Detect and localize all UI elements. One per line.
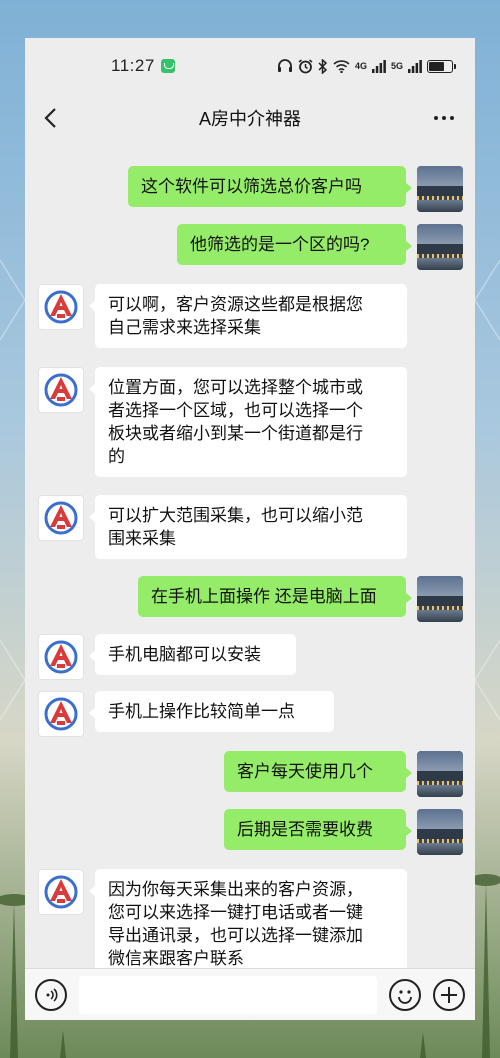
user-avatar[interactable] (417, 576, 463, 622)
message-text-line: 您可以来选择一键打电话或者一键 (108, 903, 363, 922)
message-bubble[interactable]: 这个软件可以筛选总价客户吗 (128, 166, 412, 207)
message-bubble[interactable]: 他筛选的是一个区的吗? (177, 224, 412, 265)
message-text-line: 者选择一个区域，也可以选择一个 (108, 401, 363, 420)
message-bubble[interactable]: 客户每天使用几个 (224, 751, 412, 792)
chat-title: A房中介神器 (198, 109, 301, 129)
signal-icon (371, 59, 386, 73)
app-logo-icon (44, 875, 78, 909)
voice-icon (46, 988, 58, 1002)
input-bar (25, 968, 475, 1020)
message-text-line: 他筛选的是一个区的吗? (190, 235, 370, 254)
status-icons: 4G 5G (277, 58, 456, 74)
message-bubble[interactable]: 可以扩大范围采集，也可以缩小范 围来采集 (89, 495, 407, 559)
contact-avatar[interactable] (38, 634, 84, 680)
plus-icon (441, 987, 457, 1003)
more-icon (434, 116, 454, 120)
app-logo-icon (44, 373, 78, 407)
user-avatar[interactable] (417, 751, 463, 797)
message-text-line: 这个软件可以筛选总价客户吗 (141, 177, 362, 196)
headphone-icon (277, 59, 292, 72)
contact-avatar[interactable] (38, 691, 84, 737)
contact-avatar[interactable] (38, 284, 84, 330)
contact-avatar[interactable] (38, 367, 84, 413)
message-input[interactable] (79, 976, 377, 1014)
message-text-line: 导出通讯录，也可以选择一键添加 (108, 926, 363, 945)
chevron-left-icon (44, 108, 56, 128)
app-logo-icon (44, 501, 78, 535)
plus-button[interactable] (433, 979, 465, 1011)
network-type-2: 5G (390, 61, 403, 71)
message-text-line: 后期是否需要收费 (237, 820, 373, 839)
message-text-line: 围来采集 (108, 529, 176, 548)
message-text-line: 自己需求来选择采集 (108, 318, 261, 337)
app-logo-icon (44, 697, 78, 731)
emoji-button[interactable] (389, 979, 421, 1011)
message-bubble[interactable]: 手机电脑都可以安装 (89, 634, 296, 675)
back-button[interactable] (37, 104, 65, 132)
message-bubble[interactable]: 手机上操作比较简单一点 (89, 691, 334, 732)
message-bubble[interactable]: 因为你每天采集出来的客户资源， 您可以来选择一键打电话或者一键 导出通讯录，也可以选… (89, 869, 407, 968)
emoji-icon (398, 990, 412, 1004)
status-time: 11:27 (111, 56, 155, 75)
message-text-line: 因为你每天采集出来的客户资源， (108, 880, 363, 899)
contact-avatar[interactable] (38, 495, 84, 541)
phone-screen: 11:27 4G 5G A房中介神器 这个软件可以筛选总价客户吗 他筛选的是一个… (25, 38, 475, 1020)
message-text-line: 在手机上面操作 还是电脑上面 (151, 587, 377, 606)
alarm-icon (298, 58, 313, 73)
battery-level (429, 61, 445, 71)
contact-avatar[interactable] (38, 869, 84, 915)
more-button[interactable] (429, 104, 459, 132)
message-text-line: 位置方面，您可以选择整个城市或 (108, 378, 363, 397)
app-logo-icon (44, 640, 78, 674)
voice-button[interactable] (35, 979, 67, 1011)
message-bubble[interactable]: 可以啊，客户资源这些都是根据您 自己需求来选择采集 (89, 284, 407, 348)
message-bubble[interactable]: 位置方面，您可以选择整个城市或 者选择一个区域，也可以选择一个 板块或者缩小到某一个… (89, 367, 407, 477)
message-text-line: 微信来跟客户联系 (108, 949, 244, 968)
message-text-line: 可以啊，客户资源这些都是根据您 (108, 295, 363, 314)
user-avatar[interactable] (417, 809, 463, 855)
message-text-line: 的 (108, 447, 125, 466)
notification-app-icon (160, 59, 175, 73)
network-type-1: 4G (354, 61, 367, 71)
status-left: 11:27 (111, 56, 175, 76)
bluetooth-icon (318, 58, 328, 74)
message-list: 这个软件可以筛选总价客户吗他筛选的是一个区的吗? 可以啊，客户资源这些都是根据您自… (25, 142, 475, 968)
chat-header: A房中介神器 (25, 94, 475, 142)
wifi-icon (333, 60, 350, 73)
message-text-line: 可以扩大范围采集，也可以缩小范 (108, 506, 363, 525)
message-text-line: 手机上操作比较简单一点 (108, 702, 295, 721)
signal-icon (408, 59, 422, 73)
message-text-line: 板块或者缩小到某一个街道都是行 (108, 424, 363, 443)
battery-icon (427, 59, 456, 73)
message-bubble[interactable]: 后期是否需要收费 (224, 809, 412, 850)
message-bubble[interactable]: 在手机上面操作 还是电脑上面 (138, 576, 412, 617)
app-logo-icon (44, 290, 78, 324)
status-bar: 11:27 4G 5G (25, 38, 475, 94)
message-text-line: 手机电脑都可以安装 (108, 645, 261, 664)
user-avatar[interactable] (417, 166, 463, 212)
user-avatar[interactable] (417, 224, 463, 270)
message-text-line: 客户每天使用几个 (237, 762, 373, 781)
